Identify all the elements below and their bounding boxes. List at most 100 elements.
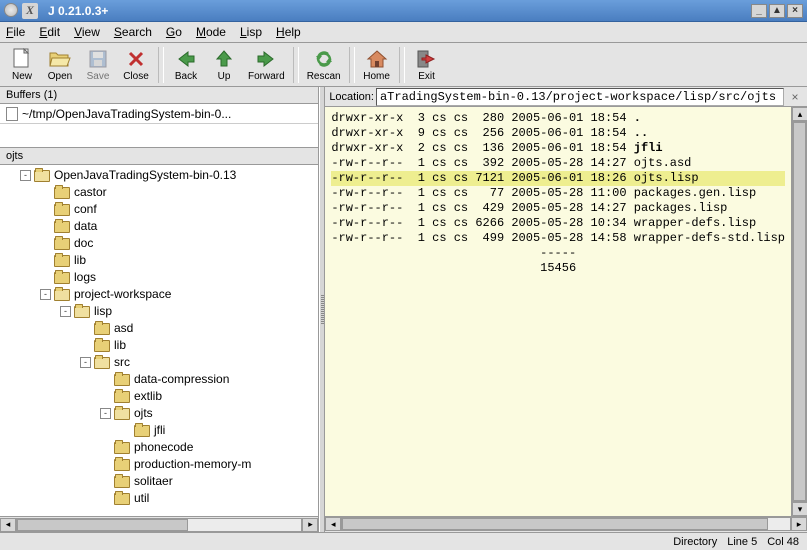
tree-node-label: util (134, 490, 149, 507)
menu-go[interactable]: Go (166, 25, 182, 39)
folder-icon (134, 425, 150, 437)
scroll-right-button[interactable]: ▸ (791, 517, 807, 531)
listing-row[interactable]: drwxr-xr-x 3 cs cs 280 2005-06-01 18:54 … (331, 111, 785, 126)
close-button[interactable]: Close (118, 46, 154, 84)
menu-help[interactable]: Help (276, 25, 301, 39)
directory-listing[interactable]: drwxr-xr-x 3 cs cs 280 2005-06-01 18:54 … (325, 107, 791, 516)
tree-expander[interactable]: - (40, 289, 51, 300)
scroll-track[interactable] (341, 517, 791, 531)
scroll-thumb[interactable] (793, 122, 806, 501)
tree-node[interactable]: - src (4, 354, 318, 371)
listing-horizontal-scrollbar[interactable]: ◂ ▸ (325, 516, 807, 532)
scroll-thumb[interactable] (17, 519, 188, 531)
menu-file[interactable]: File (6, 25, 25, 39)
location-field[interactable]: aTradingSystem-bin-0.13/project-workspac… (376, 88, 784, 106)
scroll-up-button[interactable]: ▴ (792, 107, 807, 121)
minimize-button[interactable]: _ (751, 4, 767, 18)
tree-node-label: production-memory-m (134, 456, 251, 473)
pane-splitter[interactable] (319, 87, 325, 532)
scroll-track[interactable] (16, 518, 302, 532)
listing-row[interactable]: -rw-r--r-- 1 cs cs 429 2005-05-28 14:27 … (331, 201, 785, 216)
exit-button[interactable]: Exit (409, 46, 445, 84)
scroll-left-button[interactable]: ◂ (325, 517, 341, 531)
listing-row[interactable]: -rw-r--r-- 1 cs cs 6266 2005-05-28 10:34… (331, 216, 785, 231)
listing-row[interactable]: -rw-r--r-- 1 cs cs 499 2005-05-28 14:58 … (331, 231, 785, 246)
forward-arrow-icon (255, 48, 277, 70)
scroll-down-button[interactable]: ▾ (792, 502, 807, 516)
toolbar-separator (349, 47, 355, 83)
home-button[interactable]: Home (359, 46, 395, 84)
location-close-button[interactable]: × (787, 89, 803, 105)
maximize-button[interactable]: ▲ (769, 4, 785, 18)
toolbar-separator (399, 47, 405, 83)
tree-expander[interactable]: - (60, 306, 71, 317)
save-button[interactable]: Save (80, 46, 116, 84)
tree-node[interactable]: util (4, 490, 318, 507)
tree-node[interactable]: conf (4, 201, 318, 218)
tree-node[interactable]: phonecode (4, 439, 318, 456)
menu-search[interactable]: Search (114, 25, 152, 39)
tree-node[interactable]: asd (4, 320, 318, 337)
tree-expander[interactable]: - (80, 357, 91, 368)
scroll-right-button[interactable]: ▸ (302, 518, 318, 532)
tree-node-label: data-compression (134, 371, 229, 388)
menu-mode[interactable]: Mode (196, 25, 226, 39)
tree-node[interactable]: castor (4, 184, 318, 201)
folder-icon (94, 357, 110, 369)
tree-view[interactable]: - OpenJavaTradingSystem-bin-0.13castorcon… (0, 165, 318, 516)
left-pane: Buffers (1) ~/tmp/OpenJavaTradingSystem-… (0, 87, 319, 532)
listing-row[interactable]: drwxr-xr-x 9 cs cs 256 2005-06-01 18:54 … (331, 126, 785, 141)
tree-node[interactable]: lib (4, 252, 318, 269)
tree-horizontal-scrollbar[interactable]: ◂ ▸ (0, 516, 318, 532)
window-title: J 0.21.0.3+ (48, 4, 108, 18)
tree-node[interactable]: - OpenJavaTradingSystem-bin-0.13 (4, 167, 318, 184)
tree-node[interactable]: extlib (4, 388, 318, 405)
buffer-item[interactable]: ~/tmp/OpenJavaTradingSystem-bin-0... (0, 104, 318, 124)
vertical-scrollbar[interactable]: ▴ ▾ (791, 107, 807, 516)
scroll-left-button[interactable]: ◂ (0, 518, 16, 532)
tree-node[interactable]: lib (4, 337, 318, 354)
folder-icon (114, 391, 130, 403)
tree-node[interactable]: logs (4, 269, 318, 286)
tree-node[interactable]: solitaer (4, 473, 318, 490)
close-window-button[interactable]: × (787, 4, 803, 18)
tree-node[interactable]: data (4, 218, 318, 235)
folder-icon (54, 289, 70, 301)
listing-row[interactable]: -rw-r--r-- 1 cs cs 7121 2005-06-01 18:26… (331, 171, 785, 186)
tree-node[interactable]: production-memory-m (4, 456, 318, 473)
tree-expander[interactable]: - (100, 408, 111, 419)
menu-lisp[interactable]: Lisp (240, 25, 262, 39)
tree-node[interactable]: -ojts (4, 405, 318, 422)
up-button[interactable]: Up (206, 46, 242, 84)
tree-node-label: OpenJavaTradingSystem-bin-0.13 (54, 167, 236, 184)
listing-row[interactable]: -rw-r--r-- 1 cs cs 392 2005-05-28 14:27 … (331, 156, 785, 171)
folder-icon (74, 306, 90, 318)
new-button[interactable]: New (4, 46, 40, 84)
tree-expander[interactable]: - (20, 170, 31, 181)
forward-button[interactable]: Forward (244, 46, 289, 84)
back-button[interactable]: Back (168, 46, 204, 84)
tree-node-label: src (114, 354, 130, 371)
scroll-thumb[interactable] (342, 518, 767, 530)
scroll-track[interactable] (792, 121, 807, 502)
menu-view[interactable]: View (74, 25, 100, 39)
menu-edit[interactable]: Edit (39, 25, 60, 39)
tree-header: ojts (0, 148, 318, 165)
tree-node[interactable]: -project-workspace (4, 286, 318, 303)
title-bar: X J 0.21.0.3+ _ ▲ × (0, 0, 807, 22)
listing-row[interactable]: drwxr-xr-x 2 cs cs 136 2005-06-01 18:54 … (331, 141, 785, 156)
listing-row[interactable]: -rw-r--r-- 1 cs cs 77 2005-05-28 11:00 p… (331, 186, 785, 201)
rescan-button[interactable]: Rescan (303, 46, 345, 84)
window-menu-icon[interactable] (4, 3, 18, 17)
tree-node[interactable]: jfli (4, 422, 318, 439)
tree-node[interactable]: data-compression (4, 371, 318, 388)
home-icon (366, 48, 388, 70)
folder-icon (114, 493, 130, 505)
tree-node-label: logs (74, 269, 96, 286)
tree-node[interactable]: -lisp (4, 303, 318, 320)
tree-node[interactable]: doc (4, 235, 318, 252)
back-arrow-icon (175, 48, 197, 70)
open-button[interactable]: Open (42, 46, 78, 84)
tree-node-label: jfli (154, 422, 165, 439)
refresh-icon (313, 48, 335, 70)
